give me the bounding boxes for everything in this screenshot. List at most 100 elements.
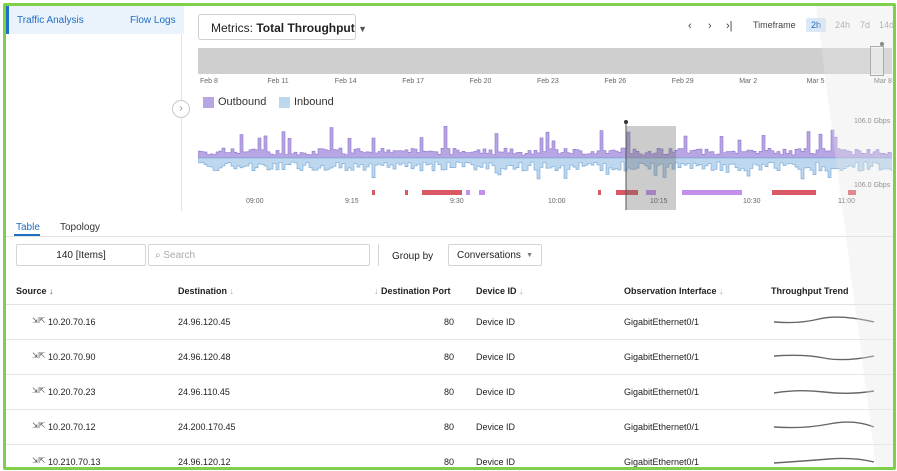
column-header-label: Device ID [476, 286, 517, 296]
column-header-observation-interface[interactable]: Observation Interface ↓ [624, 286, 724, 296]
observation-interface-cell: GigabitEthernet0/1 [624, 317, 700, 327]
search-icon: ⌕ [155, 250, 161, 261]
legend-inbound-label: Inbound [294, 96, 334, 108]
destination-cell: 24.200.170.45 [178, 422, 236, 432]
metrics-value: Total Throughput [256, 21, 355, 35]
x-tick-label: 9:15 [345, 198, 359, 205]
table-row[interactable]: ⇲⇱ 10.20.70.16 24.96.120.45 80 Device ID Giga… [6, 305, 893, 340]
device-id-cell: Device ID [476, 387, 516, 397]
overview-date-label: Mar 2 [739, 78, 758, 85]
search-input[interactable]: ⌕ Search [148, 244, 370, 266]
destination-port-cell: 80 [443, 422, 454, 432]
observation-interface-cell: GigabitEthernet0/1 [624, 352, 700, 362]
sidebar: Traffic Analysis Flow Logs [6, 6, 184, 211]
group-by-label: Group by [392, 251, 434, 262]
sort-down-icon: ↓ [229, 286, 235, 296]
overview-date-label: Feb 8 [200, 78, 218, 85]
column-header-label: Destination Port [381, 286, 451, 296]
decorative-overlay [816, 6, 893, 467]
conversation-icon: ⇲⇱ [32, 316, 46, 325]
destination-port-cell: 80 [443, 387, 454, 397]
column-header-label: Source [16, 286, 47, 296]
overview-date-label: Feb 23 [537, 78, 559, 85]
collapse-sidebar-button[interactable]: › [172, 100, 190, 118]
metrics-dropdown[interactable]: Metrics: Total Throughput ▼ [198, 14, 367, 40]
destination-cell: 24.96.110.45 [178, 387, 230, 397]
observation-interface-cell: GigabitEthernet0/1 [624, 387, 700, 397]
outbound-legend-swatch [203, 97, 214, 108]
device-id-cell: Device ID [476, 317, 516, 327]
destination-port-cell: 80 [443, 317, 454, 327]
destination-port-cell: 80 [443, 352, 454, 362]
sidebar-item-flow-logs[interactable]: Flow Logs [130, 15, 176, 26]
source-cell: 10.20.70.23 [48, 387, 96, 397]
sort-down-icon: ↓ [719, 286, 724, 296]
x-tick-label: 10:30 [743, 198, 761, 205]
column-header-label: Destination [178, 286, 228, 296]
divider [378, 244, 379, 266]
metrics-prefix: Metrics: [211, 21, 253, 35]
overview-date-label: Feb 17 [402, 78, 424, 85]
column-header-destination[interactable]: Destination ↓ [178, 286, 234, 296]
conversation-icon: ⇲⇱ [32, 351, 46, 360]
event-marker[interactable] [682, 190, 742, 195]
caret-down-icon: ▼ [526, 252, 533, 259]
item-count: 140 [Items] [16, 244, 146, 266]
overview-date-label: Feb 26 [604, 78, 627, 85]
x-tick-label: 09:00 [246, 198, 264, 205]
observation-interface-cell: GigabitEthernet0/1 [624, 457, 700, 467]
device-id-cell: Device ID [476, 457, 516, 467]
conversation-icon: ⇲⇱ [32, 421, 46, 430]
tab-table[interactable]: Table [16, 222, 40, 233]
caret-down-icon: ▼ [358, 24, 368, 34]
group-by-value: Conversations [457, 250, 521, 261]
prev-arrow-icon[interactable]: ‹ [688, 20, 692, 32]
x-tick-label: 9:30 [450, 198, 464, 205]
source-cell: 10.20.70.12 [48, 422, 96, 432]
event-marker[interactable] [372, 190, 375, 195]
overview-date-label: Feb 11 [267, 78, 289, 85]
overview-date-label: Feb 14 [334, 78, 357, 85]
device-id-cell: Device ID [476, 352, 516, 362]
table-row[interactable]: ⇲⇱ 10.20.70.90 24.96.120.48 80 Device ID Giga… [6, 340, 893, 375]
event-marker[interactable] [466, 190, 470, 195]
legend-outbound-label: Outbound [218, 96, 267, 108]
table-row[interactable]: ⇲⇱ 10.20.70.12 24.200.170.45 80 Device ID Gig… [6, 410, 893, 445]
inbound-legend-swatch [279, 97, 290, 108]
column-header-device-id[interactable]: Device ID ↓ [476, 286, 524, 296]
active-tab-indicator [14, 234, 40, 236]
search-placeholder: Search [163, 250, 196, 261]
destination-cell: 24.96.120.48 [178, 352, 231, 362]
table-row[interactable]: ⇲⇱ 10.210.70.13 24.96.120.12 80 Device ID Gig… [6, 445, 893, 467]
selection-handle-dot[interactable] [624, 120, 628, 124]
table-row[interactable]: ⇲⇱ 10.20.70.23 24.96.110.45 80 Device ID Giga… [6, 375, 893, 410]
chevron-right-icon: › [179, 103, 183, 114]
source-cell: 10.20.70.16 [48, 317, 96, 327]
destination-port-cell: 80 [443, 457, 454, 467]
device-id-cell: Device ID [476, 422, 516, 432]
group-by-select[interactable]: Conversations ▼ [448, 244, 542, 266]
event-marker[interactable] [598, 190, 601, 195]
event-marker[interactable] [405, 190, 408, 195]
conversation-icon: ⇲⇱ [32, 386, 46, 395]
jump-to-end-icon[interactable]: ›| [726, 20, 733, 32]
column-header-source[interactable]: Source ↓ [16, 286, 54, 296]
column-header-destination-port[interactable]: ↓ Destination Port [374, 286, 451, 296]
overview-date-label: Feb 29 [671, 78, 694, 85]
destination-cell: 24.96.120.12 [178, 457, 231, 467]
sort-down-icon: ↓ [374, 286, 379, 296]
source-cell: 10.210.70.13 [48, 457, 101, 467]
destination-cell: 24.96.120.45 [178, 317, 231, 327]
x-tick-label: 10:15 [650, 198, 668, 205]
next-arrow-icon[interactable]: › [708, 20, 712, 32]
view-tabs: Table Topology [6, 212, 893, 237]
conversation-icon: ⇲⇱ [32, 456, 46, 465]
tab-topology[interactable]: Topology [60, 222, 100, 233]
event-marker[interactable] [422, 190, 462, 195]
observation-interface-cell: GigabitEthernet0/1 [624, 422, 700, 432]
sort-down-icon: ↓ [519, 286, 524, 296]
sidebar-item-label: Traffic Analysis [17, 15, 84, 26]
overview-date-label: Feb 20 [469, 78, 492, 85]
sort-down-icon: ↓ [49, 286, 54, 296]
event-marker[interactable] [479, 190, 485, 195]
